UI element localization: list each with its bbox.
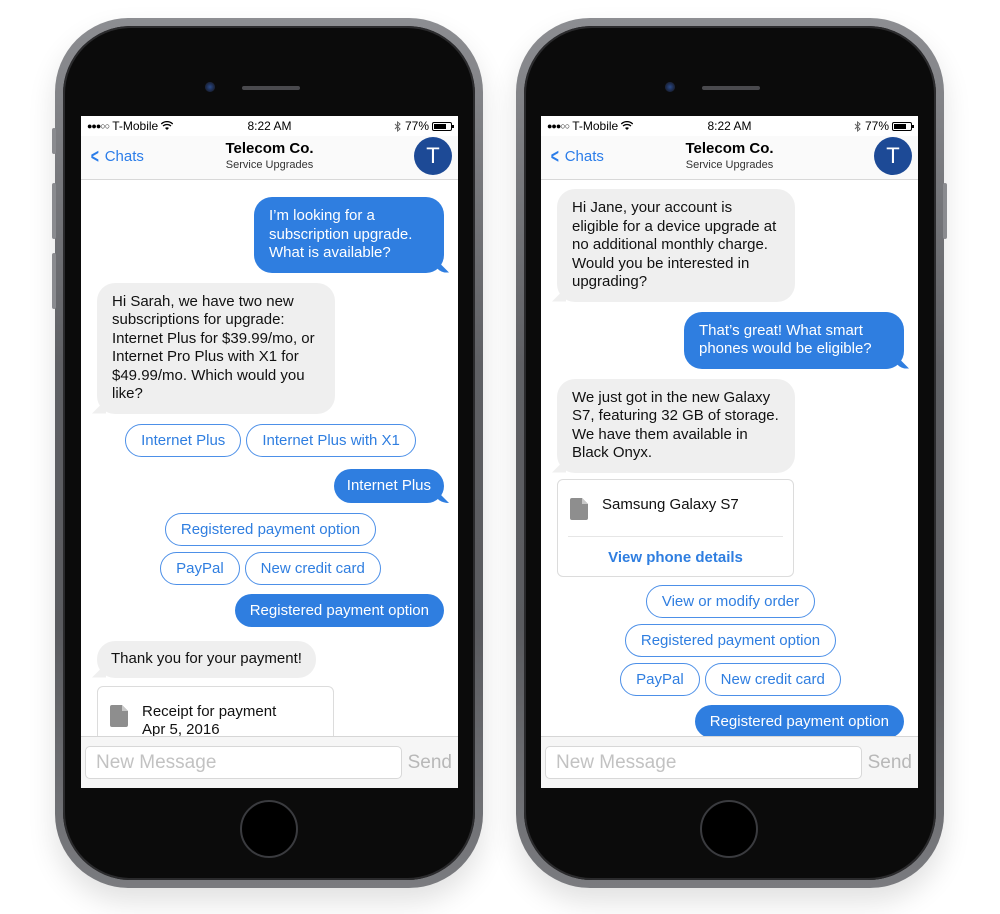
quick-reply-chip[interactable]: New credit card	[704, 662, 841, 696]
send-button[interactable]: Send	[408, 752, 452, 774]
message-row: I’m looking for a subscription upgrade. …	[97, 197, 444, 273]
product-card: Samsung Galaxy S7 View phone details	[557, 478, 794, 577]
battery-icon	[432, 121, 454, 131]
document-icon	[110, 704, 128, 727]
screen: ●●●○○ T-Mobile 8:22 AM 77% < Chats Telec…	[541, 116, 918, 788]
carrier-name: T-Mobile	[572, 119, 619, 133]
quick-reply-chip[interactable]: New credit card	[244, 552, 381, 585]
view-phone-details-link[interactable]: View phone details	[558, 537, 793, 576]
message-row: Hi Jane, your account is eligible for a …	[557, 189, 904, 302]
incoming-message: We just got in the new Galaxy S7, featur…	[557, 378, 795, 473]
quick-reply-row: Registered payment option	[97, 513, 444, 546]
message-row: Hi Sarah, we have two new subscriptions …	[97, 282, 444, 414]
bluetooth-icon	[394, 120, 401, 132]
bluetooth-icon	[854, 120, 861, 132]
message-row: Thank you for your payment!	[97, 641, 444, 678]
earpiece-speaker	[702, 86, 760, 90]
quick-reply-chip[interactable]: Internet Plus	[125, 423, 242, 457]
front-camera	[205, 82, 215, 92]
nav-title: Telecom Co. Service Upgrades	[541, 140, 918, 171]
status-time: 8:22 AM	[247, 119, 292, 133]
document-icon	[570, 497, 588, 520]
wifi-icon	[161, 121, 174, 130]
earpiece-speaker	[242, 86, 300, 90]
outgoing-message: Internet Plus	[333, 468, 444, 503]
chat-title: Telecom Co.	[685, 140, 774, 157]
quick-reply-chip[interactable]: Registered payment option	[164, 513, 377, 546]
message-row: Internet Plus	[97, 468, 444, 503]
home-button[interactable]	[240, 800, 298, 858]
card-title: Receipt for payment	[142, 702, 277, 720]
battery-icon	[892, 121, 914, 131]
chat-subtitle: Service Upgrades	[225, 159, 314, 171]
volume-down-button	[52, 253, 56, 309]
status-bar: ●●●○○ T-Mobile 8:22 AM 77%	[81, 116, 458, 136]
selected-reply: Registered payment option	[234, 594, 444, 627]
outgoing-message: That’s great! What smart phones would be…	[684, 311, 904, 369]
volume-up-button	[52, 183, 56, 239]
outgoing-message: I’m looking for a subscription upgrade. …	[254, 197, 444, 273]
chat-thread[interactable]: I’m looking for a subscription upgrade. …	[81, 181, 458, 736]
quick-reply-chip[interactable]: PayPal	[160, 552, 240, 585]
quick-reply-row: PayPal New credit card	[97, 552, 444, 585]
avatar[interactable]: T	[874, 137, 912, 175]
battery-percent: 77%	[864, 119, 889, 133]
chat-title: Telecom Co.	[225, 140, 314, 157]
incoming-message: Thank you for your payment!	[97, 641, 316, 678]
receipt-card[interactable]: Receipt for payment Apr 5, 2016	[97, 685, 334, 737]
carrier-name: T-Mobile	[112, 119, 159, 133]
quick-reply-chip[interactable]: View or modify order	[645, 584, 816, 618]
avatar[interactable]: T	[414, 137, 452, 175]
selected-reply: Registered payment option	[694, 704, 904, 736]
nav-bar: < Chats Telecom Co. Service Upgrades T	[81, 136, 458, 180]
chat-subtitle: Service Upgrades	[685, 159, 774, 171]
phone-right: ●●●○○ T-Mobile 8:22 AM 77% < Chats Telec…	[516, 18, 947, 888]
quick-reply-row: View or modify order	[557, 584, 904, 618]
signal-icon: ●●●○○	[87, 121, 110, 131]
nav-bar: < Chats Telecom Co. Service Upgrades T	[541, 136, 918, 180]
quick-reply-chip[interactable]: Internet Plus with X1	[246, 423, 416, 457]
message-input[interactable]	[85, 746, 402, 779]
composer: Send	[81, 736, 458, 788]
quick-reply-chip[interactable]: PayPal	[620, 662, 700, 696]
battery-percent: 77%	[404, 119, 429, 133]
message-input[interactable]	[545, 746, 862, 779]
phone-left: ●●●○○ T-Mobile 8:22 AM 77% < Chats Telec…	[52, 18, 483, 888]
chat-thread[interactable]: Hi Jane, your account is eligible for a …	[541, 181, 918, 736]
composer: Send	[541, 736, 918, 788]
message-row: We just got in the new Galaxy S7, featur…	[557, 378, 904, 473]
message-row: That’s great! What smart phones would be…	[557, 311, 904, 369]
quick-reply-row: PayPal New credit card	[557, 662, 904, 696]
card-title: Samsung Galaxy S7	[602, 495, 739, 513]
power-button	[943, 183, 947, 239]
front-camera	[665, 82, 675, 92]
status-bar: ●●●○○ T-Mobile 8:22 AM 77%	[541, 116, 918, 136]
message-row: Registered payment option	[557, 704, 904, 736]
home-button[interactable]	[700, 800, 758, 858]
nav-title: Telecom Co. Service Upgrades	[81, 140, 458, 171]
status-time: 8:22 AM	[707, 119, 752, 133]
wifi-icon	[621, 121, 634, 130]
screen: ●●●○○ T-Mobile 8:22 AM 77% < Chats Telec…	[81, 116, 458, 788]
quick-reply-row: Registered payment option	[557, 623, 904, 657]
mute-switch	[52, 128, 56, 154]
quick-reply-row: Internet Plus Internet Plus with X1	[97, 423, 444, 457]
message-row: Registered payment option	[97, 594, 444, 627]
card-subtitle: Apr 5, 2016	[142, 720, 220, 737]
send-button[interactable]: Send	[868, 752, 912, 774]
incoming-message: Hi Sarah, we have two new subscriptions …	[97, 282, 335, 414]
signal-icon: ●●●○○	[547, 121, 570, 131]
incoming-message: Hi Jane, your account is eligible for a …	[557, 189, 795, 302]
quick-reply-chip[interactable]: Registered payment option	[624, 623, 837, 657]
